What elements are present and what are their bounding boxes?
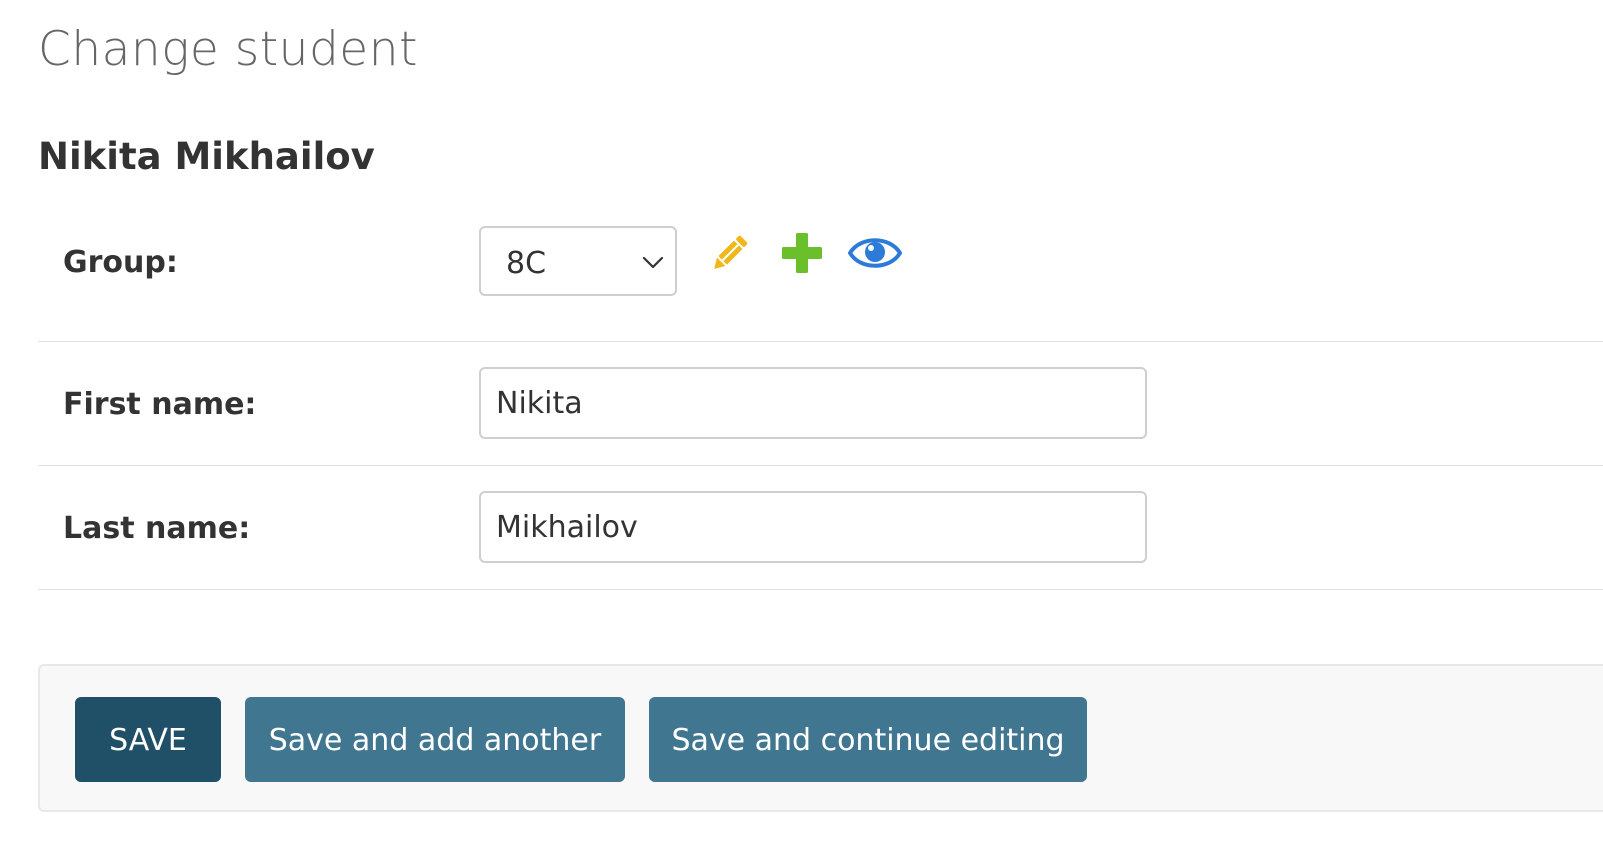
plus-icon[interactable] xyxy=(780,231,824,275)
last-name-label: Last name: xyxy=(63,511,251,546)
form-row-group: Group: 8C xyxy=(38,200,1603,342)
group-select[interactable]: 8C xyxy=(479,226,677,296)
save-button[interactable]: SAVE xyxy=(75,697,221,782)
pencil-icon[interactable] xyxy=(706,231,752,277)
form-row-last-name: Last name: xyxy=(38,467,1603,590)
group-select-value: 8C xyxy=(506,246,547,281)
first-name-label: First name: xyxy=(63,387,257,422)
save-and-add-another-button[interactable]: Save and add another xyxy=(245,697,625,782)
change-form-page: Change student Nikita Mikhailov Group: 8… xyxy=(0,0,1603,851)
form-row-first-name: First name: xyxy=(38,343,1603,466)
last-name-input[interactable] xyxy=(479,491,1147,563)
save-and-continue-editing-button[interactable]: Save and continue editing xyxy=(649,697,1087,782)
page-title: Change student xyxy=(38,22,418,77)
eye-icon[interactable] xyxy=(848,232,902,274)
chevron-down-icon xyxy=(642,256,664,269)
group-label: Group: xyxy=(63,245,178,280)
first-name-input[interactable] xyxy=(479,367,1147,439)
submit-row: SAVE Save and add another Save and conti… xyxy=(38,664,1603,812)
object-name-heading: Nikita Mikhailov xyxy=(38,135,375,178)
